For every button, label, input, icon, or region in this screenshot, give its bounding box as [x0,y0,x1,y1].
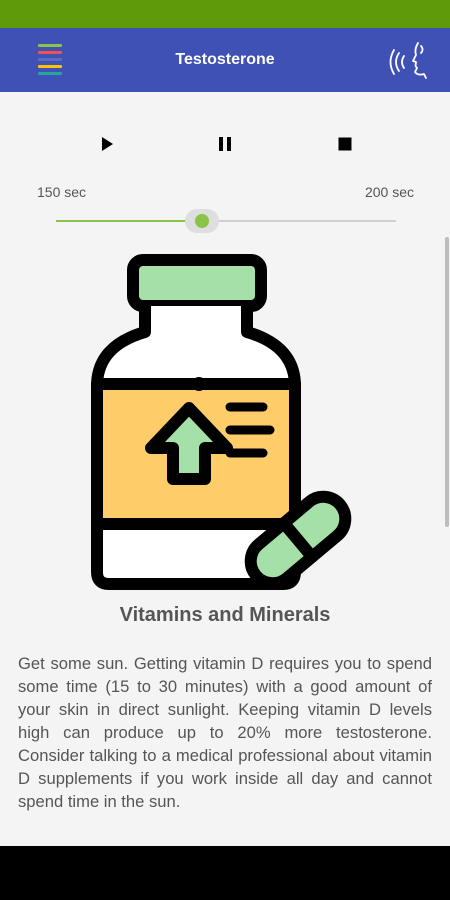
pause-icon [219,137,231,151]
time-start-label: 150 sec [37,184,87,200]
scrollbar[interactable] [445,237,449,527]
card-body-text: Get some sun. Getting vitamin D requires… [18,654,432,811]
slider-thumb[interactable] [195,214,209,228]
content-area: 150 sec 200 sec Vitamins and Minerals Ge… [0,92,450,846]
card-heading: Vitamins and Minerals [119,604,331,626]
time-end-label: 200 sec [364,184,414,200]
supplement-bottle-with-pill-icon [85,254,365,594]
pause-button[interactable] [207,128,243,160]
app-title: Testosterone [175,51,275,68]
play-icon [102,137,113,151]
system-navigation-bar [0,846,450,900]
seek-slider[interactable] [56,207,396,235]
stop-icon [338,137,352,151]
status-bar [0,0,450,28]
play-button[interactable] [89,128,125,160]
hamburger-menu-icon [38,44,62,47]
menu-button[interactable] [38,42,64,78]
voice-button[interactable] [388,38,434,82]
slider-fill [56,220,202,222]
stop-button[interactable] [327,128,363,160]
voice-speak-icon [389,42,427,79]
app-bar: Testosterone [0,28,450,92]
